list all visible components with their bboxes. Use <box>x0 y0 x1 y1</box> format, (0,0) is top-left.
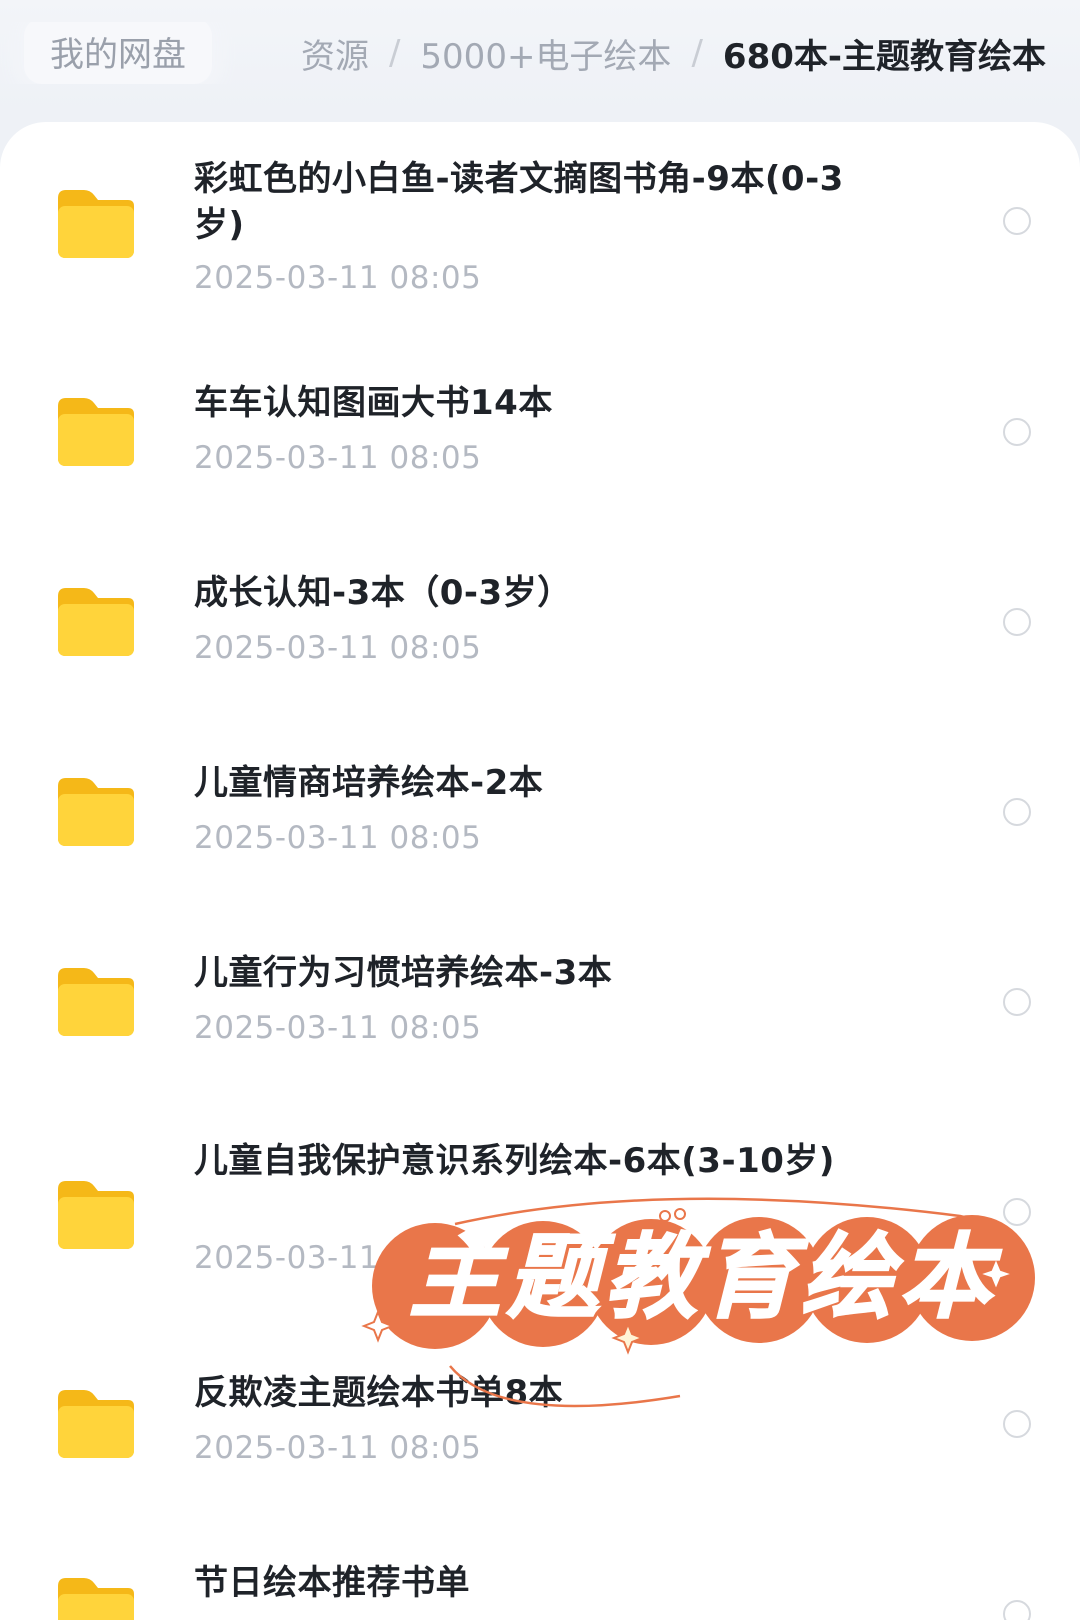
file-date: 2025-03-11 08:05 <box>194 260 482 296</box>
file-date: 2025-03-11 08:05 <box>194 820 482 856</box>
folder-icon <box>58 588 134 656</box>
radio-circle-icon[interactable] <box>1003 207 1031 235</box>
folder-icon <box>58 1578 134 1620</box>
breadcrumb-separator: / <box>691 33 703 73</box>
breadcrumb-item-resources[interactable]: 资源 <box>301 29 369 78</box>
file-date: 2025-03-11 08:05 <box>194 1010 482 1046</box>
radio-circle-icon[interactable] <box>1003 988 1031 1016</box>
radio-circle-icon[interactable] <box>1003 608 1031 636</box>
file-name: 节日绘本推荐书单 <box>194 1563 470 1603</box>
file-name: 儿童自我保护意识系列绘本-6本(3-10岁) <box>194 1141 835 1181</box>
file-name: 儿童行为习惯培养绘本-3本 <box>194 953 613 993</box>
file-name: 彩虹色的小白鱼-读者文摘图书角-9本(0-3岁) <box>194 159 844 245</box>
file-row[interactable]: 彩虹色的小白鱼-读者文摘图书角-9本(0-3岁) 2025-03-11 08:0… <box>0 122 1080 342</box>
breadcrumb-item-current: 680本-主题教育绘本 <box>722 36 1046 77</box>
breadcrumb: 我的网盘 资源 / 5000+电子绘本 / 680本-主题教育绘本 <box>0 22 1080 84</box>
file-name: 儿童情商培养绘本-2本 <box>194 763 544 803</box>
breadcrumb-home[interactable]: 我的网盘 <box>24 22 212 84</box>
folder-icon <box>58 190 134 258</box>
top-bar: 我的网盘 资源 / 5000+电子绘本 / 680本-主题教育绘本 <box>0 0 1080 112</box>
file-name: 车车认知图画大书14本 <box>194 383 553 423</box>
radio-circle-icon[interactable] <box>1003 418 1031 446</box>
folder-icon <box>58 1390 134 1458</box>
radio-circle-icon[interactable] <box>1003 798 1031 826</box>
file-date: 2025-03-11 08:05 <box>194 630 482 666</box>
file-row[interactable]: 儿童行为习惯培养绘本-3本 2025-03-11 08:05 <box>0 912 1080 1102</box>
radio-circle-icon[interactable] <box>1003 1600 1031 1620</box>
folder-icon <box>58 778 134 846</box>
breadcrumb-trail: 资源 / 5000+电子绘本 / 680本-主题教育绘本 <box>301 22 1046 84</box>
banner-text: 主题教育绘本 <box>409 1224 1002 1331</box>
file-row[interactable]: 节日绘本推荐书单 <box>0 1522 1080 1620</box>
breadcrumb-separator: / <box>388 33 401 73</box>
file-date: 2025-03-11 08:05 <box>194 1430 482 1466</box>
file-date: 2025-03-11 08:05 <box>194 440 482 476</box>
breadcrumb-item-picture-books[interactable]: 5000+电子绘本 <box>420 29 671 78</box>
folder-icon <box>58 968 134 1036</box>
file-row[interactable]: 成长认知-3本（0-3岁） 2025-03-11 08:05 <box>0 532 1080 722</box>
file-row[interactable]: 儿童情商培养绘本-2本 2025-03-11 08:05 <box>0 722 1080 912</box>
folder-icon <box>58 1181 134 1249</box>
folder-icon <box>58 398 134 466</box>
file-row[interactable]: 车车认知图画大书14本 2025-03-11 08:05 <box>0 342 1080 532</box>
topic-banner: 主题教育绘本 <box>361 1197 1035 1408</box>
file-name: 成长认知-3本（0-3岁） <box>194 573 572 613</box>
